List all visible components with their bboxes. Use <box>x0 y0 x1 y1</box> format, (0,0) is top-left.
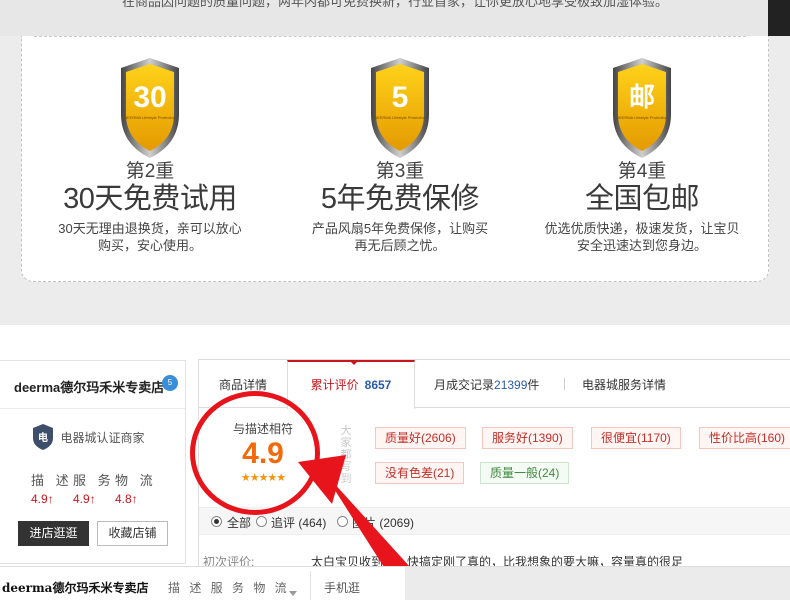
sticky-store-bar: deerma德尔玛禾米专卖店 描 述 服 务 物 流 手机逛 <box>0 566 790 600</box>
sticky-store-name[interactable]: deerma德尔玛禾米专卖店 <box>2 579 148 596</box>
mobile-shop-link[interactable]: 手机逛 <box>324 579 360 596</box>
chevron-down-icon[interactable] <box>289 591 297 596</box>
annotation-arrow <box>298 455 440 600</box>
sticky-score-labels[interactable]: 描 述 服 务 物 流 <box>168 579 290 596</box>
